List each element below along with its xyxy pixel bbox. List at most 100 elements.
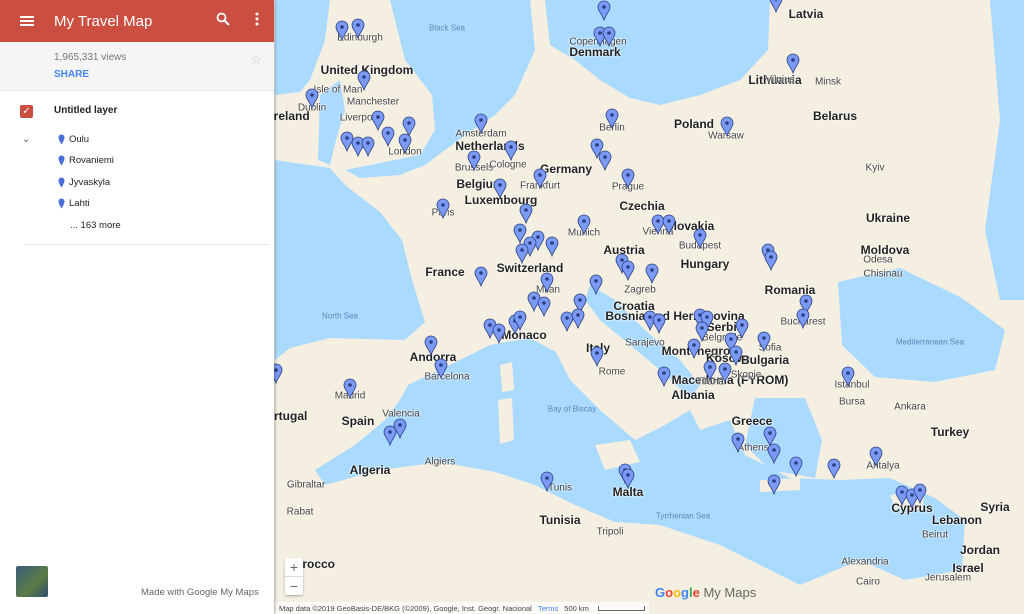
map-marker[interactable] <box>492 323 506 345</box>
map-marker[interactable] <box>789 456 803 478</box>
map-marker[interactable] <box>513 223 527 245</box>
map-marker[interactable] <box>515 243 529 265</box>
map-marker[interactable] <box>729 345 743 367</box>
zoom-control: + − <box>285 558 303 595</box>
star-icon[interactable]: ☆ <box>250 52 262 68</box>
map-marker[interactable] <box>597 0 611 22</box>
map-marker[interactable] <box>735 318 749 340</box>
map-marker[interactable] <box>357 70 371 92</box>
list-item-label: Rovaniemi <box>69 155 114 166</box>
share-button[interactable]: SHARE <box>54 69 274 80</box>
layer-checkbox[interactable]: ✓ <box>20 105 33 118</box>
map-marker[interactable] <box>371 110 385 132</box>
map-marker[interactable] <box>796 308 810 330</box>
list-item[interactable]: Oulu <box>58 134 89 145</box>
map-marker[interactable] <box>767 474 781 496</box>
map-marker[interactable] <box>767 443 781 465</box>
search-icon[interactable] <box>206 12 240 31</box>
list-item[interactable]: Lahti <box>58 198 90 209</box>
map-marker[interactable] <box>657 366 671 388</box>
map-marker[interactable] <box>545 236 559 258</box>
map-marker[interactable] <box>869 446 883 468</box>
map-marker[interactable] <box>731 432 745 454</box>
hamburger-icon[interactable] <box>0 15 54 27</box>
chevron-down-icon[interactable]: ⌄ <box>22 134 30 145</box>
map-marker[interactable] <box>305 88 319 110</box>
map-marker[interactable] <box>533 168 547 190</box>
map-marker[interactable] <box>474 113 488 135</box>
map-marker[interactable] <box>351 18 365 40</box>
map-marker[interactable] <box>621 468 635 490</box>
map-marker[interactable] <box>786 53 800 75</box>
list-item-label: Oulu <box>69 134 90 145</box>
map-marker[interactable] <box>340 131 354 153</box>
map-marker[interactable] <box>621 260 635 282</box>
map-marker[interactable] <box>424 335 438 357</box>
more-vert-icon[interactable] <box>240 12 274 31</box>
map-marker[interactable] <box>571 308 585 330</box>
map-marker[interactable] <box>467 150 481 172</box>
list-item[interactable]: Rovaniemi <box>58 155 114 166</box>
map-marker[interactable] <box>718 362 732 384</box>
map-marker[interactable] <box>621 168 635 190</box>
map-marker[interactable] <box>605 108 619 130</box>
map-marker[interactable] <box>560 311 574 333</box>
header-bar: My Travel Map <box>0 0 274 42</box>
map-marker[interactable] <box>351 136 365 158</box>
attribution-text: Map data ©2019 GeoBasis-DE/BKG (©2009), … <box>279 603 532 613</box>
list-item[interactable]: Jyvaskyla <box>58 177 110 188</box>
map-marker[interactable] <box>537 296 551 318</box>
map-marker[interactable] <box>763 426 777 448</box>
more-items-link[interactable]: ... 163 more <box>70 220 121 231</box>
basemap-thumbnail[interactable] <box>16 566 48 597</box>
map-marker[interactable] <box>540 471 554 493</box>
map-marker[interactable] <box>687 338 701 360</box>
map-marker[interactable] <box>652 313 666 335</box>
zoom-out-button[interactable]: − <box>285 576 303 595</box>
map-marker[interactable] <box>398 133 412 155</box>
pin-icon <box>58 198 65 209</box>
map-marker[interactable] <box>436 198 450 220</box>
map-marker[interactable] <box>381 126 395 148</box>
map-marker[interactable] <box>720 116 734 138</box>
map-marker[interactable] <box>504 140 518 162</box>
zoom-in-button[interactable]: + <box>285 558 303 576</box>
map-marker[interactable] <box>402 116 416 138</box>
map-marker[interactable] <box>651 214 665 236</box>
map-marker[interactable] <box>769 0 783 14</box>
map-marker[interactable] <box>393 418 407 440</box>
terms-link[interactable]: Terms <box>538 604 558 613</box>
map-marker[interactable] <box>693 228 707 250</box>
map-marker[interactable] <box>361 136 375 158</box>
map-marker[interactable] <box>434 358 448 380</box>
scale-label: 500 km <box>564 603 589 613</box>
map-marker[interactable] <box>519 203 533 225</box>
map-marker[interactable] <box>841 366 855 388</box>
map-marker[interactable] <box>383 425 397 447</box>
view-count: 1,965,331 views <box>54 52 127 63</box>
map-marker[interactable] <box>827 458 841 480</box>
map-marker[interactable] <box>577 214 591 236</box>
attribution-bar: Map data ©2019 GeoBasis-DE/BKG (©2009), … <box>275 602 649 614</box>
map-marker[interactable] <box>602 26 616 48</box>
layer-title[interactable]: Untitled layer <box>54 105 117 116</box>
map-title[interactable]: My Travel Map <box>54 13 206 30</box>
map-info: 1,965,331 views SHARE ☆ <box>0 42 274 91</box>
map-marker[interactable] <box>590 346 604 368</box>
list-item-label: Lahti <box>69 198 90 209</box>
map-marker[interactable] <box>662 214 676 236</box>
map-marker[interactable] <box>764 250 778 272</box>
map-marker[interactable] <box>703 360 717 382</box>
map-marker[interactable] <box>540 272 554 294</box>
map-marker[interactable] <box>589 274 603 296</box>
map-marker[interactable] <box>598 150 612 172</box>
google-my-maps-logo: Google My Maps <box>655 585 757 600</box>
map-marker[interactable] <box>335 20 349 42</box>
map-marker[interactable] <box>493 178 507 200</box>
scale-bar <box>597 605 645 611</box>
map-marker[interactable] <box>645 263 659 285</box>
map-marker[interactable] <box>757 331 771 353</box>
map-marker[interactable] <box>695 321 709 343</box>
map-marker[interactable] <box>474 266 488 288</box>
map-marker[interactable] <box>343 378 357 400</box>
